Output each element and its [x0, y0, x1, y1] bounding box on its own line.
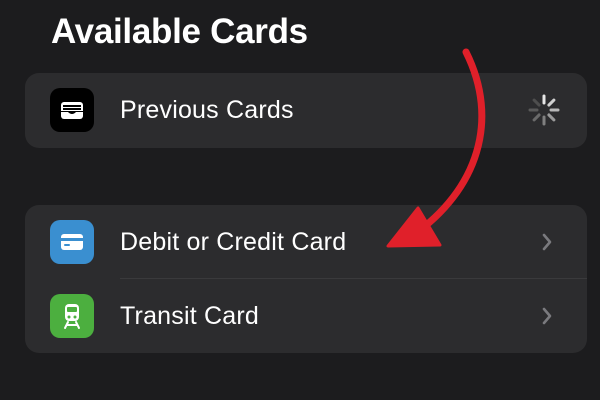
add-card-screen: Available Cards Previous Cards Debit or …: [0, 0, 600, 400]
wallet-icon: [50, 88, 94, 132]
page-title: Available Cards: [51, 12, 308, 51]
loading-spinner-icon: [528, 94, 560, 126]
chevron-right-icon: [542, 307, 552, 325]
previous-cards-group: Previous Cards: [25, 73, 587, 148]
transit-card-label: Transit Card: [120, 301, 260, 330]
credit-card-icon: [50, 220, 94, 264]
train-icon: [50, 294, 94, 338]
debit-credit-card-row[interactable]: Debit or Credit Card: [25, 205, 587, 279]
previous-cards-row[interactable]: Previous Cards: [25, 73, 587, 147]
previous-cards-label: Previous Cards: [120, 95, 294, 124]
chevron-right-icon: [542, 233, 552, 251]
card-type-group: Debit or Credit Card Transit Card: [25, 205, 587, 353]
transit-card-row[interactable]: Transit Card: [25, 279, 587, 353]
debit-credit-card-label: Debit or Credit Card: [120, 227, 347, 256]
